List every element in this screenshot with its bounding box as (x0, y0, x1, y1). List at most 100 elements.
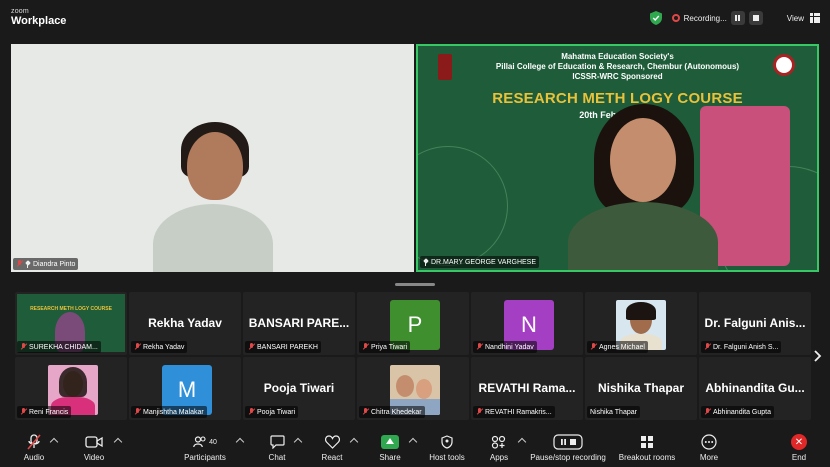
gallery-tile[interactable]: Pooja Tiwari Pooja Tiwari (243, 357, 355, 420)
participant-display-name: REVATHI Rama... (478, 381, 576, 395)
participant-name-tag: Chitra Khedekar (359, 406, 425, 418)
mic-muted-icon (362, 408, 369, 416)
banner-line1: Mahatma Education Society's (561, 52, 674, 61)
breakout-rooms-icon (641, 436, 653, 448)
participant-name: Pooja Tiwari (257, 408, 296, 416)
chevron-up-icon[interactable] (517, 437, 527, 447)
more-button[interactable]: More (698, 432, 720, 466)
banner-line2: Pillai College of Education & Research, … (495, 62, 740, 71)
mic-muted-icon (590, 343, 597, 351)
participant-name: SUREKHA CHIDAM... (29, 343, 98, 351)
view-button[interactable]: View (787, 14, 804, 23)
participants-icon (193, 436, 206, 448)
top-bar: zoom Workplace Recording... View (0, 0, 830, 38)
video-tile-mary-george[interactable]: Mahatma Education Society's Pillai Colle… (416, 44, 819, 272)
shield-icon[interactable] (649, 11, 662, 25)
gallery-tile[interactable]: REVATHI Rama... REVATHI Ramakris... (471, 357, 583, 420)
mic-muted-icon (476, 343, 483, 351)
mic-muted-icon (27, 434, 41, 450)
mic-muted-icon (20, 408, 27, 416)
gallery-tile[interactable]: P Priya Tiwari (357, 292, 469, 355)
audio-button[interactable]: Audio (22, 432, 46, 466)
app-logo: zoom Workplace (11, 8, 66, 27)
end-button[interactable]: ✕ End (789, 432, 809, 466)
chevron-up-icon[interactable] (49, 437, 59, 447)
participants-button[interactable]: 40 Participants (183, 432, 227, 466)
participant-name: Agnes Michael (599, 343, 645, 351)
participant-name: Abhinandita Gupta (713, 408, 771, 416)
host-tools-button[interactable]: Host tools (428, 432, 466, 466)
participant-name: Chitra Khedekar (371, 408, 422, 416)
participant-name-tag: Dr. Falguni Anish S... (701, 341, 782, 353)
pin-icon (423, 259, 429, 266)
brand-main: Workplace (11, 15, 67, 27)
gallery-tile[interactable]: Chitra Khedekar (357, 357, 469, 420)
pause-icon-bar (738, 15, 741, 21)
pause-stop-recording-button[interactable]: Pause/stop recording (530, 432, 606, 466)
gallery-tile[interactable]: Agnes Michael (585, 292, 697, 355)
video-tile-diandra[interactable]: Diandra Pinto (11, 44, 414, 272)
participant-name-tag: Manjishtha Malakar (131, 406, 207, 418)
stop-recording-button[interactable] (748, 11, 763, 25)
chevron-right-icon[interactable] (814, 350, 822, 362)
mic-muted-icon (134, 343, 141, 351)
share-screen-icon (381, 435, 399, 449)
gallery-tile[interactable]: Dr. Falguni Anis... Dr. Falguni Anish S.… (699, 292, 811, 355)
participant-name-tag: Reni Francis (17, 406, 72, 418)
react-button[interactable]: React (320, 432, 344, 466)
chevron-up-icon[interactable] (235, 437, 245, 447)
resize-handle[interactable] (395, 283, 435, 286)
chevron-up-icon[interactable] (293, 437, 303, 447)
shield-icon (441, 435, 453, 449)
recording-label: Recording... (683, 13, 727, 23)
pause-recording-label: Pause/stop recording (530, 453, 606, 462)
mic-muted-icon (20, 343, 27, 351)
mic-muted-icon (704, 408, 711, 416)
participant-display-name: Rekha Yadav (148, 316, 222, 330)
participant-name: Dr. Falguni Anish S... (713, 343, 779, 351)
chevron-up-icon[interactable] (349, 437, 359, 447)
gallery-tile[interactable]: Abhinandita Gu... Abhinandita Gupta (699, 357, 811, 420)
participant-name-tag: Nandhini Yadav (473, 341, 537, 353)
video-label: Video (83, 453, 105, 462)
apps-icon (491, 435, 506, 449)
react-label: React (321, 453, 343, 462)
recording-indicator[interactable]: Recording... (668, 9, 767, 27)
chevron-up-icon[interactable] (113, 437, 123, 447)
gallery-tile[interactable]: RESEARCH METH LOGY COURSE SUREKHA CHIDAM… (15, 292, 127, 355)
participant-name: Diandra Pinto (33, 260, 76, 268)
breakout-rooms-label: Breakout rooms (618, 453, 676, 462)
zoom-meeting-window: zoom Workplace Recording... View Diandra… (0, 0, 830, 467)
gallery-tile[interactable]: Nishika Thapar Nishika Thapar (585, 357, 697, 420)
participant-display-name: Dr. Falguni Anis... (704, 316, 806, 330)
participant-name-tag: REVATHI Ramakris... (473, 406, 555, 418)
chat-icon (269, 435, 285, 449)
gallery-strip: RESEARCH METH LOGY COURSE SUREKHA CHIDAM… (15, 292, 815, 422)
gallery-tile[interactable]: Rekha Yadav Rekha Yadav (129, 292, 241, 355)
video-button[interactable]: Video (82, 432, 106, 466)
gallery-tile[interactable]: N Nandhini Yadav (471, 292, 583, 355)
pause-recording-button[interactable] (730, 11, 745, 25)
view-grid-icon[interactable] (810, 13, 820, 23)
share-button[interactable]: Share (378, 432, 402, 466)
host-tools-label: Host tools (429, 453, 465, 462)
banner-header: Mahatma Education Society's Pillai Colle… (418, 52, 817, 82)
apps-button[interactable]: Apps (488, 432, 510, 466)
close-icon: ✕ (791, 434, 807, 450)
participant-name-tag: SUREKHA CHIDAM... (17, 341, 101, 353)
gallery-tile[interactable]: Reni Francis (15, 357, 127, 420)
camera-icon (85, 436, 103, 448)
speaker-video (568, 104, 718, 270)
breakout-rooms-button[interactable]: Breakout rooms (618, 432, 676, 466)
chat-button[interactable]: Chat (266, 432, 288, 466)
share-label: Share (379, 453, 401, 462)
gallery-tile[interactable]: M Manjishtha Malakar (129, 357, 241, 420)
participant-name: Nishika Thapar (590, 408, 637, 416)
more-icon (701, 434, 717, 450)
participant-display-name: Nishika Thapar (597, 381, 685, 395)
gallery-tile[interactable]: BANSARI PARE... BANSARI PAREKH (243, 292, 355, 355)
pause-icon (735, 15, 738, 21)
brand-top: zoom (11, 8, 29, 15)
apps-label: Apps (489, 453, 509, 462)
chevron-up-icon[interactable] (408, 437, 418, 447)
